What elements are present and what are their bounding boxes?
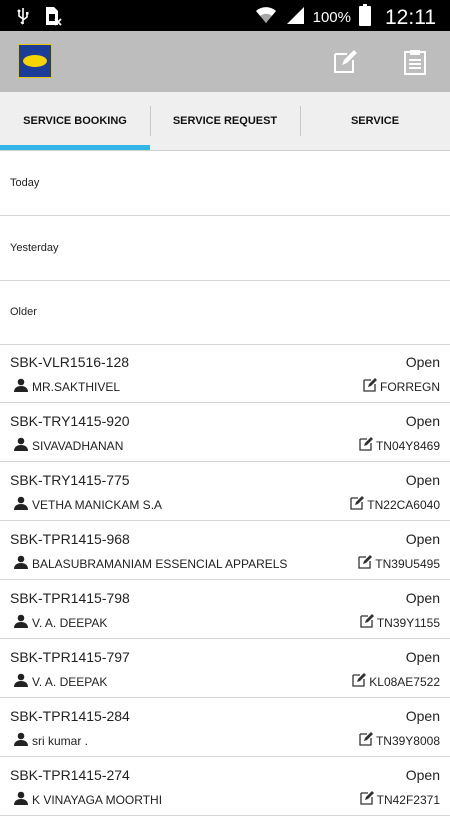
customer: V. A. DEEPAK <box>14 673 107 690</box>
app-logo[interactable] <box>18 44 52 78</box>
customer: V. A. DEEPAK <box>14 614 107 631</box>
customer: MR.SAKTHIVEL <box>14 378 120 395</box>
app-bar <box>0 31 450 92</box>
vehicle-number: TN39Y8008 <box>375 733 440 748</box>
booking-id: SBK-TRY1415-775 <box>10 472 130 488</box>
usb-icon <box>16 7 30 30</box>
edit-icon <box>352 673 367 690</box>
booking-row[interactable]: SBK-TRY1415-920 Open SIVAVADHANAN TN04Y8469 <box>0 403 450 462</box>
customer-name: sri kumar . <box>32 733 89 748</box>
booking-id: SBK-TPR1415-797 <box>10 649 130 665</box>
wifi-icon <box>255 5 277 30</box>
vehicle-number: FORREGN <box>380 379 440 394</box>
booking-row[interactable]: SBK-TPR1415-968 Open BALASUBRAMANIAM ESSEN… <box>0 521 450 580</box>
booking-status: Open <box>405 472 440 488</box>
edit-icon <box>360 614 374 631</box>
tab-service-request[interactable]: SERVICE REQUEST <box>150 92 300 150</box>
customer-name: V. A. DEEPAK <box>32 674 108 689</box>
customer-name: BALASUBRAMANIAM ESSENCIAL APPARELS <box>32 556 288 571</box>
clipboard-icon[interactable] <box>402 49 428 75</box>
battery-percent: 100% <box>312 9 351 26</box>
booking-id: SBK-TPR1415-284 <box>10 708 130 724</box>
tab-bar: SERVICE BOOKING SERVICE REQUEST SERVICE <box>0 92 450 151</box>
person-icon <box>14 437 28 454</box>
status-bar-left <box>16 6 62 31</box>
vehicle-number: TN39U5495 <box>375 556 440 571</box>
vehicle-number: TN39Y1155 <box>376 615 440 630</box>
booking-id: SBK-TPR1415-798 <box>10 590 130 606</box>
vehicle: TN39Y1155 <box>360 614 440 631</box>
person-icon <box>14 496 28 513</box>
booking-status: Open <box>405 590 440 606</box>
vehicle: TN39U5495 <box>358 555 440 572</box>
vehicle: KL08AE7522 <box>352 673 440 690</box>
tab-label: SERVICE REQUEST <box>172 115 278 127</box>
person-icon <box>14 732 28 749</box>
booking-id: SBK-TPR1415-968 <box>10 531 130 547</box>
customer-name: SIVAVADHANAN <box>32 438 124 453</box>
customer: VETHA MANICKAM S.A <box>14 496 162 513</box>
customer-name: MR.SAKTHIVEL <box>32 379 121 394</box>
booking-status: Open <box>405 354 440 370</box>
status-bar: 100% 12:11 <box>0 0 450 31</box>
status-bar-right: 100% 12:11 <box>255 4 436 31</box>
vehicle: TN22CA6040 <box>350 496 440 513</box>
signal-icon <box>285 5 305 30</box>
tab-label: SERVICE <box>350 115 400 127</box>
customer-name: VETHA MANICKAM S.A <box>32 497 163 512</box>
battery-icon <box>359 4 371 31</box>
section-label: Today <box>10 177 40 189</box>
edit-icon <box>350 496 365 513</box>
vehicle: FORREGN <box>363 378 440 395</box>
person-icon <box>14 614 28 631</box>
vehicle-number: TN04Y8469 <box>375 438 440 453</box>
edit-icon <box>363 378 377 395</box>
booking-row[interactable]: SBK-TPR1415-274 Open K VINAYAGA MOORTHI TN4… <box>0 757 450 816</box>
booking-row[interactable]: SBK-TRY1415-775 Open VETHA MANICKAM S.A TN2… <box>0 462 450 521</box>
booking-row[interactable]: SBK-TPR1415-798 Open V. A. DEEPAK TN39Y1155 <box>0 580 450 639</box>
section-older[interactable]: Older <box>0 280 450 345</box>
section-label: Yesterday <box>10 242 59 254</box>
booking-row[interactable]: SBK-TPR1415-284 Open sri kumar . TN39Y8008 <box>0 698 450 757</box>
section-yesterday[interactable]: Yesterday <box>0 216 450 281</box>
customer-name: V. A. DEEPAK <box>32 615 108 630</box>
vehicle: TN04Y8469 <box>359 437 440 454</box>
booking-row[interactable]: SBK-TPR1415-797 Open V. A. DEEPAK KL08AE752… <box>0 639 450 698</box>
tab-service[interactable]: SERVICE <box>300 92 450 150</box>
section-today[interactable]: Today <box>0 151 450 216</box>
booking-status: Open <box>405 649 440 665</box>
person-icon <box>14 555 28 572</box>
customer: SIVAVADHANAN <box>14 437 123 454</box>
vehicle-number: KL08AE7522 <box>369 674 440 689</box>
edit-icon <box>359 732 373 749</box>
customer: sri kumar . <box>14 732 88 749</box>
vehicle-number: TN22CA6040 <box>367 497 440 512</box>
tab-service-booking[interactable]: SERVICE BOOKING <box>0 92 150 150</box>
booking-row[interactable]: SBK-VLR1516-128 Open MR.SAKTHIVEL FORREGN <box>0 344 450 403</box>
booking-status: Open <box>405 413 440 429</box>
clock: 12:11 <box>385 5 436 29</box>
vehicle: TN39Y8008 <box>359 732 440 749</box>
booking-status: Open <box>405 767 440 783</box>
booking-list: SBK-VLR1516-128 Open MR.SAKTHIVEL FORREGN SB… <box>0 344 450 816</box>
booking-status: Open <box>405 531 440 547</box>
sim-missing-icon <box>44 6 62 31</box>
person-icon <box>14 673 28 690</box>
customer: BALASUBRAMANIAM ESSENCIAL APPARELS <box>14 555 287 572</box>
booking-id: SBK-TRY1415-920 <box>10 413 130 429</box>
person-icon <box>14 378 28 395</box>
edit-icon[interactable] <box>332 49 358 75</box>
section-label: Older <box>10 306 37 318</box>
booking-id: SBK-TPR1415-274 <box>10 767 130 783</box>
edit-icon <box>359 437 373 454</box>
booking-status: Open <box>405 708 440 724</box>
edit-icon <box>358 555 373 572</box>
booking-id: SBK-VLR1516-128 <box>10 354 130 370</box>
tab-label: SERVICE BOOKING <box>23 115 127 127</box>
